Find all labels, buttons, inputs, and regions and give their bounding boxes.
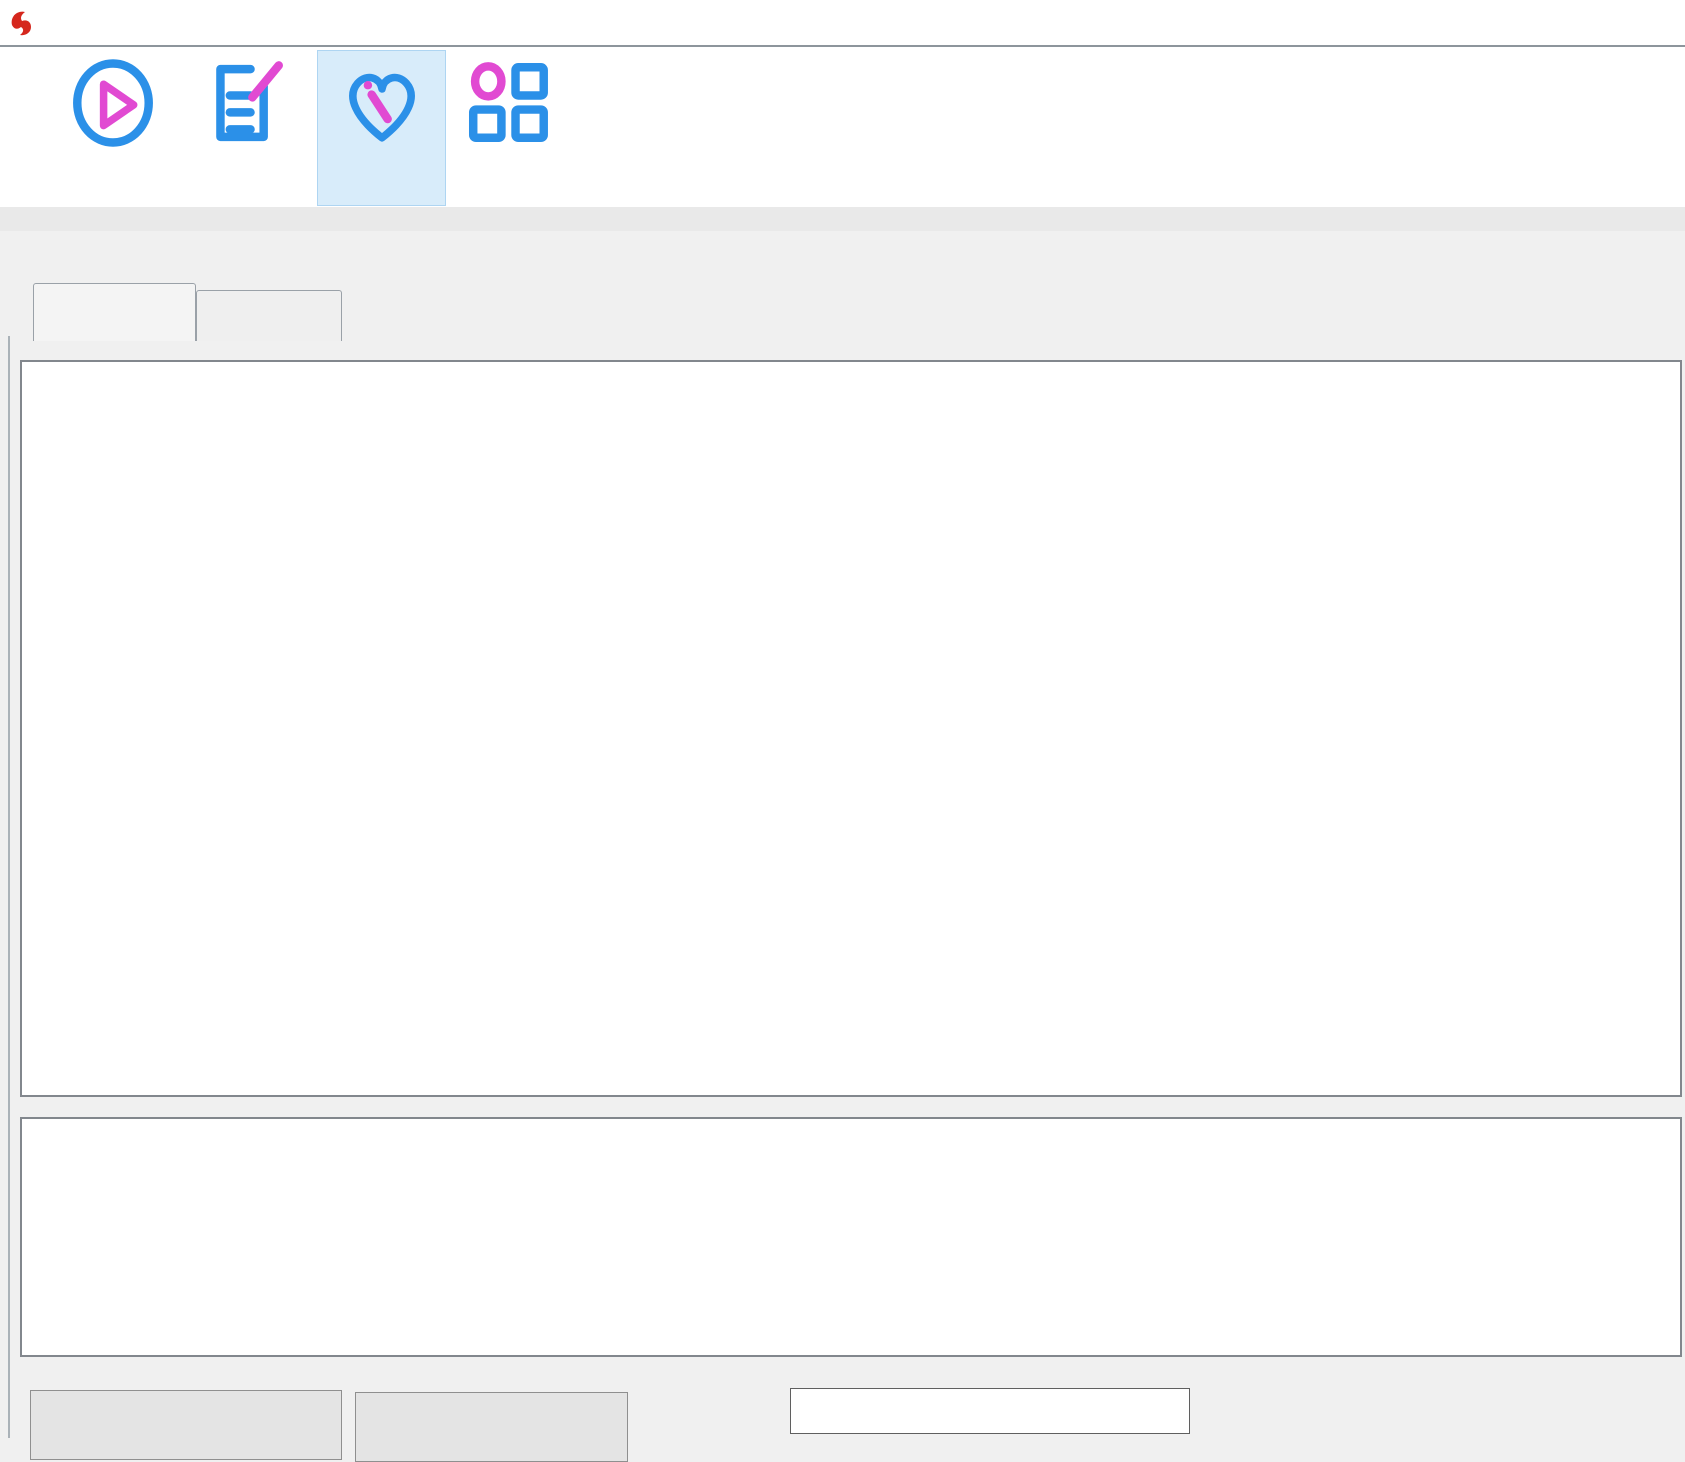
- tab-device-address[interactable]: [196, 290, 342, 341]
- toolbar-item-command-line[interactable]: [192, 50, 294, 204]
- title-bar: [0, 0, 1685, 47]
- play-circle-icon: [66, 56, 160, 150]
- heart-info-icon: [335, 57, 429, 151]
- toolbar-item-info[interactable]: [585, 50, 700, 204]
- modem-table: [20, 360, 1682, 1097]
- toolbar-item-settings[interactable]: [455, 50, 560, 204]
- app-logo-icon: [8, 9, 34, 37]
- get-vlan-button[interactable]: [355, 1392, 628, 1462]
- toolbar-item-modem-management[interactable]: [317, 50, 446, 206]
- grid-settings-icon: [461, 56, 555, 150]
- search-modem-input[interactable]: [790, 1388, 1190, 1434]
- toolbar: [0, 47, 1685, 207]
- selected-modem-table: [20, 1117, 1682, 1357]
- toolbar-separator-band: [0, 207, 1685, 231]
- command-edit-icon: [196, 56, 290, 150]
- toolbar-item-home[interactable]: [60, 50, 165, 204]
- tab-page-left-border: [8, 336, 10, 1438]
- tab-modem-list[interactable]: [33, 283, 196, 341]
- get-all-modems-button[interactable]: [30, 1390, 342, 1460]
